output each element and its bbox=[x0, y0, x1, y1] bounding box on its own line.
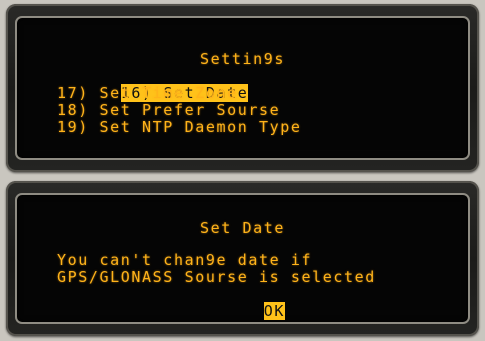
menu-item-set-ntp-daemon-type[interactable]: 19) Set NTP Daemon Type bbox=[57, 119, 302, 136]
ok-button[interactable]: OK bbox=[263, 302, 286, 320]
settings-title: Settin9s bbox=[199, 50, 286, 68]
settings-display-panel: Settin9s 16) Set Date 17) Set Time Zone … bbox=[6, 4, 479, 172]
dialog-title: Set Date bbox=[199, 219, 286, 237]
settings-lcd-screen: Settin9s 16) Set Date 17) Set Time Zone … bbox=[15, 16, 470, 160]
dialog-message-line-2: GPS/GLONASS Sourse is selected bbox=[57, 268, 376, 286]
dialog-display-panel: Set Date You can't chan9e date if GPS/GL… bbox=[6, 181, 479, 336]
menu-item-set-time-zone[interactable]: 17) Set Time Zone bbox=[57, 85, 238, 102]
menu-item-set-prefer-source[interactable]: 18) Set Prefer Sourse bbox=[57, 102, 280, 119]
dialog-lcd-screen: Set Date You can't chan9e date if GPS/GL… bbox=[15, 193, 470, 324]
ok-button-row: OK bbox=[17, 286, 468, 337]
dialog-message-line-1: You can't chan9e date if bbox=[57, 251, 313, 269]
